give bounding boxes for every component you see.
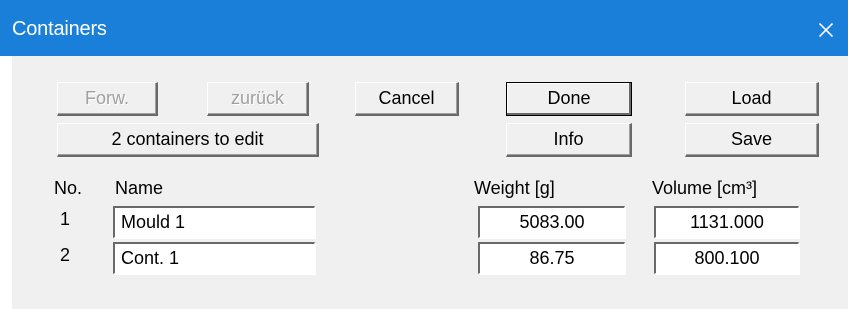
- window-title: Containers: [12, 18, 107, 40]
- row-2-number: 2: [60, 245, 71, 265]
- info-button[interactable]: Info: [506, 123, 632, 157]
- forward-button[interactable]: Forw.: [57, 82, 158, 116]
- row-1-weight-field[interactable]: [478, 206, 625, 238]
- row-2-volume-field[interactable]: [654, 242, 799, 274]
- done-button[interactable]: Done: [506, 82, 632, 116]
- dialog-body: Forw. zurück Cancel Done Load 2 containe…: [12, 56, 848, 309]
- containers-to-edit-button[interactable]: 2 containers to edit: [57, 123, 319, 157]
- save-button[interactable]: Save: [685, 123, 819, 157]
- header-name: Name: [115, 178, 164, 198]
- row-2-weight-field[interactable]: [478, 242, 625, 274]
- header-volume: Volume [cm³]: [652, 178, 758, 198]
- close-button[interactable]: [808, 12, 844, 48]
- header-weight: Weight [g]: [474, 178, 555, 198]
- row-1-number: 1: [60, 209, 71, 229]
- load-button[interactable]: Load: [685, 82, 819, 116]
- row-1-name-field[interactable]: [113, 206, 315, 238]
- row-1-volume-field[interactable]: [654, 206, 799, 238]
- title-bar[interactable]: Containers: [0, 0, 848, 56]
- header-no: No.: [54, 178, 83, 198]
- row-2-name-field[interactable]: [113, 242, 315, 274]
- back-button[interactable]: zurück: [207, 82, 309, 116]
- containers-dialog: Containers Forw. zurück Cancel Done Load…: [0, 0, 848, 309]
- close-icon: [819, 23, 833, 37]
- cancel-button[interactable]: Cancel: [355, 82, 459, 116]
